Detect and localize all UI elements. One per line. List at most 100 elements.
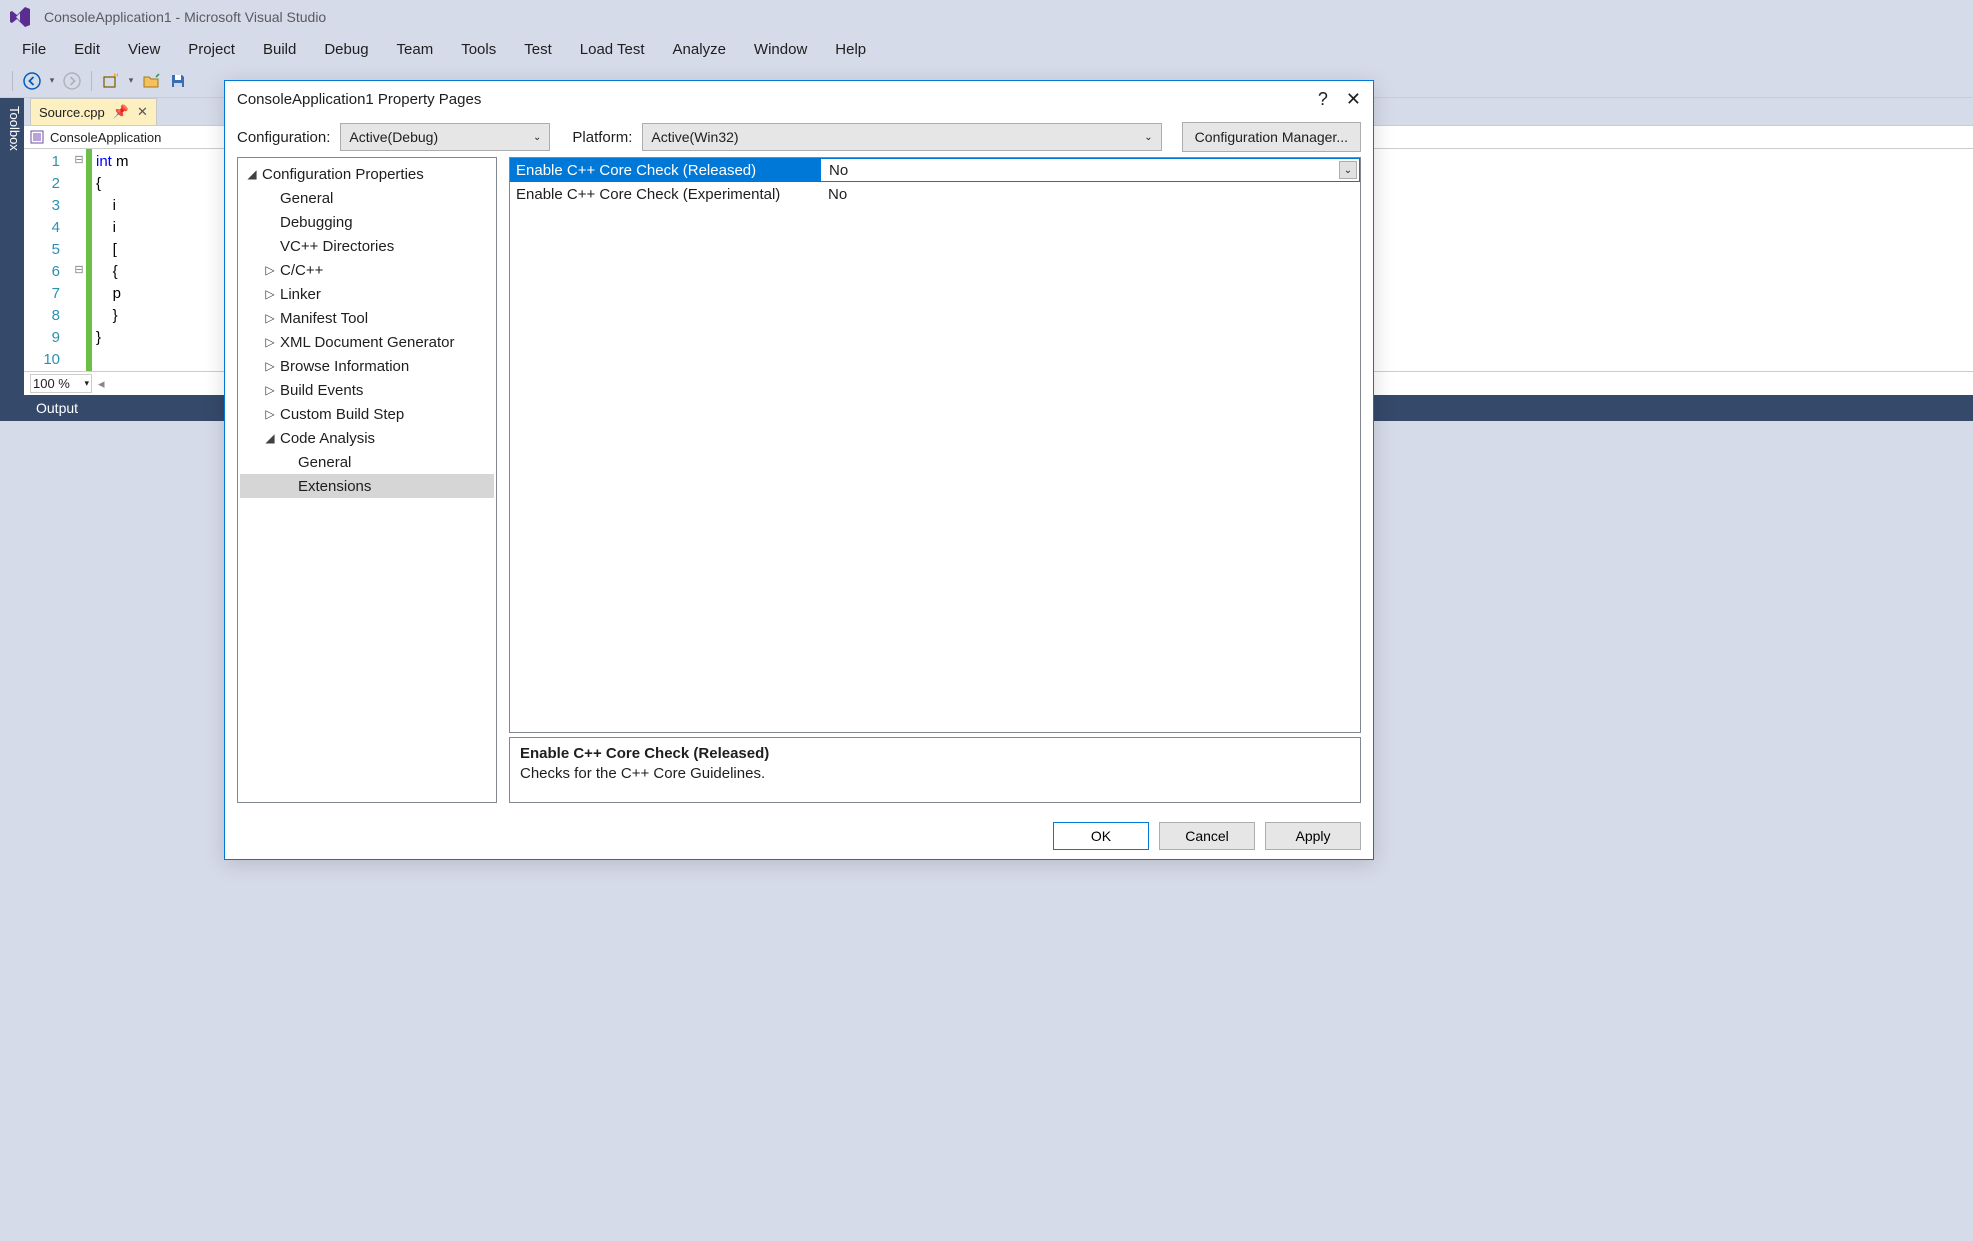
tree-item[interactable]: VC++ Directories	[240, 234, 494, 258]
menu-project[interactable]: Project	[174, 35, 249, 64]
tree-item-label: General	[280, 190, 333, 207]
menu-debug[interactable]: Debug	[310, 35, 382, 64]
property-tree[interactable]: ◢ Configuration Properties General Debuggin…	[237, 157, 497, 803]
tree-item[interactable]: Debugging	[240, 210, 494, 234]
chevron-down-icon: ⌄	[533, 132, 541, 143]
document-tab-label: Source.cpp	[39, 105, 105, 120]
menu-build[interactable]: Build	[249, 35, 310, 64]
dialog-titlebar[interactable]: ConsoleApplication1 Property Pages ? ✕	[225, 81, 1373, 117]
tree-item[interactable]: ▷ Linker	[240, 282, 494, 306]
chevron-down-icon: ⌄	[1144, 132, 1152, 143]
property-value[interactable]: No⌄	[820, 158, 1360, 182]
menu-loadtest[interactable]: Load Test	[566, 35, 659, 64]
code-lines[interactable]: int m{ i i [ { p }}	[96, 149, 129, 371]
expand-icon[interactable]: ◢	[246, 167, 258, 181]
menu-test[interactable]: Test	[510, 35, 566, 64]
property-grid-pane: Enable C++ Core Check (Released)No⌄Enabl…	[509, 157, 1361, 803]
configuration-select[interactable]: Active(Debug) ⌄	[340, 123, 550, 151]
tree-item[interactable]: General	[240, 450, 494, 474]
tree-item-label: Manifest Tool	[280, 310, 368, 327]
dialog-config-row: Configuration: Active(Debug) ⌄ Platform:…	[225, 117, 1373, 157]
tree-item-label: Linker	[280, 286, 321, 303]
tree-item-label: Code Analysis	[280, 430, 375, 447]
line-number-gutter: 12345678910	[24, 149, 72, 371]
property-pages-dialog: ConsoleApplication1 Property Pages ? ✕ C…	[224, 80, 1374, 860]
tree-item-label: C/C++	[280, 262, 323, 279]
property-value[interactable]: No	[820, 182, 1360, 206]
expand-icon[interactable]: ▷	[264, 383, 276, 397]
help-icon[interactable]: ?	[1318, 89, 1328, 110]
menu-edit[interactable]: Edit	[60, 35, 114, 64]
fold-gutter[interactable]: ⊟ ⊟	[72, 149, 86, 371]
expand-icon[interactable]: ◢	[264, 431, 276, 445]
tree-item[interactable]: Extensions	[240, 474, 494, 498]
window-titlebar: ConsoleApplication1 - Microsoft Visual S…	[0, 0, 1973, 34]
property-row[interactable]: Enable C++ Core Check (Released)No⌄	[510, 158, 1360, 182]
tree-item[interactable]: ▷ Build Events	[240, 378, 494, 402]
expand-icon[interactable]: ▷	[264, 335, 276, 349]
tree-item-label: Browse Information	[280, 358, 409, 375]
nav-back-button[interactable]	[20, 69, 44, 93]
change-indicator	[86, 149, 92, 371]
property-name: Enable C++ Core Check (Experimental)	[510, 182, 820, 206]
new-project-dropdown[interactable]: ▾	[126, 75, 136, 86]
property-grid[interactable]: Enable C++ Core Check (Released)No⌄Enabl…	[509, 157, 1361, 733]
document-tab-source[interactable]: Source.cpp 📌 ✕	[30, 98, 157, 125]
pin-icon[interactable]: 📌	[113, 104, 129, 120]
close-icon[interactable]: ✕	[1346, 89, 1361, 110]
tree-item[interactable]: ▷ Browse Information	[240, 354, 494, 378]
menubar: File Edit View Project Build Debug Team …	[0, 34, 1973, 64]
cancel-button[interactable]: Cancel	[1159, 822, 1255, 850]
tree-item-label: VC++ Directories	[280, 238, 394, 255]
expand-icon[interactable]: ▷	[264, 407, 276, 421]
tree-item[interactable]: ◢ Code Analysis	[240, 426, 494, 450]
platform-label: Platform:	[572, 129, 632, 146]
menu-help[interactable]: Help	[821, 35, 880, 64]
toolbox-sidebar-tab[interactable]: Toolbox	[0, 98, 24, 421]
tree-item[interactable]: ▷XML Document Generator	[240, 330, 494, 354]
tree-item[interactable]: ▷ C/C++	[240, 258, 494, 282]
zoom-value: 100 %	[33, 376, 70, 391]
tree-item[interactable]: General	[240, 186, 494, 210]
tree-item[interactable]: ▷ Manifest Tool	[240, 306, 494, 330]
expand-icon[interactable]: ▷	[264, 359, 276, 373]
tree-item[interactable]: ▷Custom Build Step	[240, 402, 494, 426]
description-text: Checks for the C++ Core Guidelines.	[520, 764, 1350, 784]
vs-logo-icon	[8, 5, 32, 29]
menu-tools[interactable]: Tools	[447, 35, 510, 64]
tree-item[interactable]: ◢ Configuration Properties	[240, 162, 494, 186]
open-file-button[interactable]	[139, 69, 163, 93]
chevron-down-icon[interactable]: ⌄	[1339, 161, 1357, 179]
nav-back-dropdown[interactable]: ▾	[47, 75, 57, 86]
menu-view[interactable]: View	[114, 35, 174, 64]
property-row[interactable]: Enable C++ Core Check (Experimental)No	[510, 182, 1360, 206]
zoom-select[interactable]: 100 % ▾	[30, 374, 92, 393]
menu-analyze[interactable]: Analyze	[659, 35, 740, 64]
property-description: Enable C++ Core Check (Released) Checks …	[509, 737, 1361, 803]
menu-window[interactable]: Window	[740, 35, 821, 64]
toolbar-divider	[91, 71, 92, 91]
ok-button[interactable]: OK	[1053, 822, 1149, 850]
expand-icon[interactable]: ▷	[264, 263, 276, 277]
description-title: Enable C++ Core Check (Released)	[520, 744, 1350, 764]
nav-forward-button[interactable]	[60, 69, 84, 93]
scope-icon	[30, 130, 44, 144]
configuration-manager-button[interactable]: Configuration Manager...	[1182, 122, 1361, 152]
scope-label[interactable]: ConsoleApplication	[50, 130, 161, 145]
menu-file[interactable]: File	[8, 35, 60, 64]
new-project-button[interactable]	[99, 69, 123, 93]
toolbar-divider	[12, 71, 13, 91]
tree-item-label: Extensions	[298, 478, 371, 495]
save-button[interactable]	[166, 69, 190, 93]
tree-item-label: Configuration Properties	[262, 166, 424, 183]
platform-select[interactable]: Active(Win32) ⌄	[642, 123, 1161, 151]
close-icon[interactable]: ✕	[137, 104, 148, 120]
expand-icon[interactable]: ▷	[264, 311, 276, 325]
scroll-left-icon[interactable]: ◂	[98, 376, 105, 392]
dialog-buttons: OK Cancel Apply	[225, 813, 1373, 859]
chevron-down-icon: ▾	[84, 378, 89, 389]
expand-icon[interactable]: ▷	[264, 287, 276, 301]
menu-team[interactable]: Team	[383, 35, 448, 64]
apply-button[interactable]: Apply	[1265, 822, 1361, 850]
tree-item-label: Build Events	[280, 382, 363, 399]
